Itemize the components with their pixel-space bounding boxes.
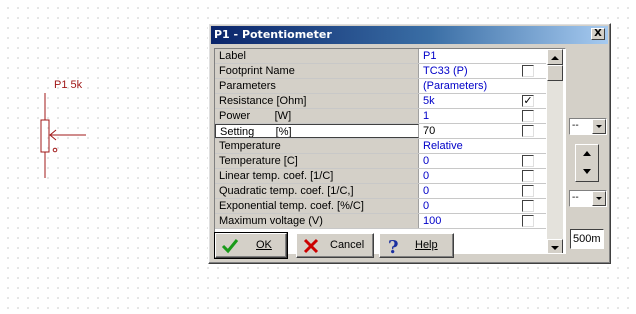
ok-button[interactable]: OK	[214, 232, 288, 259]
property-name: Setting [%]	[215, 124, 419, 138]
property-name: Parameters	[215, 79, 419, 93]
property-value[interactable]: 100	[420, 214, 520, 228]
arrow-up-icon	[551, 56, 559, 60]
schematic-canvas[interactable]: P1 5k	[0, 0, 200, 314]
x-icon	[303, 238, 319, 254]
value-stepper[interactable]	[575, 144, 599, 182]
unit-dropdown-top[interactable]: --	[569, 118, 607, 135]
resistor-body	[40, 119, 50, 153]
show-value-checkbox[interactable]	[522, 155, 534, 167]
property-name: Power [W]	[215, 109, 419, 123]
potentiometer-dialog: P1 - Potentiometer X Label P1 Footprint Na…	[208, 23, 611, 264]
property-value[interactable]: 0	[420, 169, 520, 183]
show-value-checkbox[interactable]: ✓	[522, 95, 534, 107]
property-name: Linear temp. coef. [1/C]	[215, 169, 419, 183]
property-value[interactable]: 0	[420, 184, 520, 198]
step-size-input[interactable]: 500m	[570, 229, 604, 249]
side-panel: -- -- 500m	[569, 48, 607, 254]
checkmark-icon	[221, 239, 239, 254]
property-row[interactable]: Footprint Name TC33 (P)	[215, 64, 546, 79]
dialog-titlebar[interactable]: P1 - Potentiometer X	[211, 26, 608, 44]
arrow-up-icon	[583, 151, 591, 156]
unit-dropdown-bottom-value: --	[572, 192, 579, 203]
property-name: Resistance [Ohm]	[215, 94, 419, 108]
property-value[interactable]: 5k	[420, 94, 520, 108]
close-button[interactable]: X	[591, 28, 605, 40]
property-row[interactable]: Quadratic temp. coef. [1/C,] 0	[215, 184, 546, 199]
scroll-up-button[interactable]	[547, 49, 563, 65]
property-row[interactable]: Maximum voltage (V) 100	[215, 214, 546, 229]
close-icon: X	[594, 28, 602, 39]
help-label: Help	[415, 239, 438, 251]
show-value-checkbox[interactable]	[522, 185, 534, 197]
property-row[interactable]: Resistance [Ohm] 5k ✓	[215, 94, 546, 109]
property-name: Quadratic temp. coef. [1/C,]	[215, 184, 419, 198]
show-value-checkbox[interactable]	[522, 170, 534, 182]
property-value[interactable]: P1	[420, 49, 520, 63]
property-row[interactable]: Linear temp. coef. [1/C] 0	[215, 169, 546, 184]
show-value-checkbox[interactable]	[522, 200, 534, 212]
property-row[interactable]: Temperature Relative	[215, 139, 546, 154]
property-name: Temperature	[215, 139, 419, 153]
svg-text:?: ?	[388, 237, 399, 255]
arrow-down-icon	[583, 169, 591, 174]
property-name: Temperature [C]	[215, 154, 419, 168]
vertical-scrollbar[interactable]	[547, 49, 563, 253]
property-name: Maximum voltage (V)	[215, 214, 419, 228]
property-name: Footprint Name	[215, 64, 419, 78]
help-button[interactable]: ? Help	[379, 233, 454, 258]
step-up-button[interactable]	[576, 145, 598, 163]
unit-dropdown-bottom[interactable]: --	[569, 190, 607, 207]
scroll-thumb[interactable]	[547, 65, 563, 81]
property-row[interactable]: Label P1	[215, 49, 546, 64]
dialog-title: P1 - Potentiometer	[214, 28, 332, 41]
show-value-checkbox[interactable]	[522, 65, 534, 77]
dropdown-button[interactable]	[592, 119, 606, 134]
property-row[interactable]: Power [W] 1	[215, 109, 546, 124]
cancel-label: Cancel	[330, 239, 365, 251]
property-value[interactable]: 0	[420, 199, 520, 213]
question-icon: ?	[388, 237, 399, 255]
property-value[interactable]: 0	[420, 154, 520, 168]
step-down-button[interactable]	[576, 163, 598, 181]
property-value[interactable]: Relative	[420, 139, 520, 153]
dropdown-button[interactable]	[592, 191, 606, 206]
chevron-down-icon	[596, 197, 602, 200]
property-value[interactable]: 1	[420, 109, 520, 123]
property-grid: Label P1 Footprint Name TC33 (P) Parameters(…	[214, 48, 566, 254]
scroll-down-button[interactable]	[547, 239, 563, 253]
potentiometer-symbol[interactable]	[0, 0, 200, 314]
show-value-checkbox[interactable]	[522, 125, 534, 137]
property-row[interactable]: Parameters (Parameters)	[215, 79, 546, 94]
cancel-button[interactable]: Cancel	[296, 233, 374, 258]
ok-label: OK	[256, 239, 272, 251]
property-row[interactable]: Setting [%] 70	[215, 124, 546, 139]
arrow-down-icon	[551, 246, 559, 250]
property-value-input[interactable]: 70	[420, 124, 520, 138]
property-row[interactable]: Exponential temp. coef. [%/C] 0	[215, 199, 546, 214]
property-row[interactable]: Temperature [C] 0	[215, 154, 546, 169]
show-value-checkbox[interactable]	[522, 215, 534, 227]
unit-dropdown-top-value: --	[572, 120, 579, 131]
show-value-checkbox[interactable]	[522, 110, 534, 122]
property-name: Exponential temp. coef. [%/C]	[215, 199, 419, 213]
property-value[interactable]: (Parameters)	[420, 79, 520, 93]
polarity-dot-icon	[52, 147, 58, 153]
property-name: Label	[215, 49, 419, 63]
chevron-down-icon	[596, 125, 602, 128]
property-value[interactable]: TC33 (P)	[420, 64, 520, 78]
